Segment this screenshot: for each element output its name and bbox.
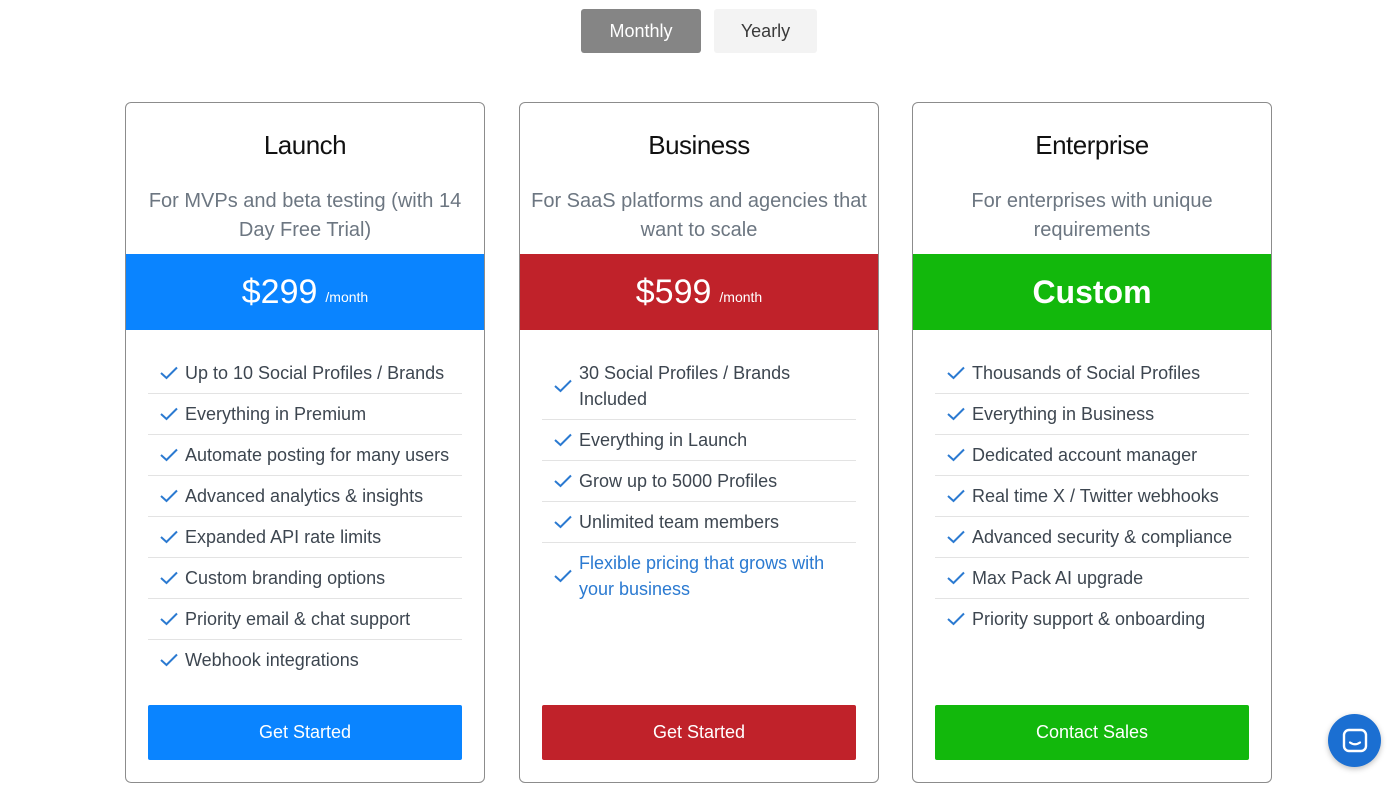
check-icon	[160, 366, 178, 380]
feature-item: Grow up to 5000 Profiles	[542, 461, 856, 502]
feature-text: Max Pack AI upgrade	[972, 568, 1144, 588]
feature-item: Custom branding options	[148, 558, 462, 599]
chat-launcher-button[interactable]	[1328, 714, 1381, 767]
check-icon	[947, 612, 965, 626]
feature-item: Priority support & onboarding	[935, 599, 1249, 639]
feature-item: Everything in Launch	[542, 420, 856, 461]
monthly-toggle-button[interactable]: Monthly	[581, 9, 701, 53]
feature-text: Priority support & onboarding	[972, 609, 1206, 629]
check-icon	[554, 433, 572, 447]
feature-item: Webhook integrations	[148, 640, 462, 680]
check-icon	[554, 379, 572, 393]
feature-item: Dedicated account manager	[935, 435, 1249, 476]
feature-text: Thousands of Social Profiles	[972, 363, 1201, 383]
price-band: $299 /month	[126, 254, 484, 330]
feature-item: Everything in Premium	[148, 394, 462, 435]
plan-card-enterprise: Enterprise For enterprises with unique r…	[912, 102, 1272, 783]
feature-text: Advanced security & compliance	[972, 527, 1233, 547]
feature-text: Everything in Launch	[579, 430, 748, 450]
get-started-button[interactable]: Get Started	[542, 705, 856, 760]
feature-text: Up to 10 Social Profiles / Brands	[185, 363, 445, 383]
flexible-pricing-link[interactable]: Flexible pricing that grows with your bu…	[579, 543, 852, 609]
feature-item: Everything in Business	[935, 394, 1249, 435]
check-icon	[554, 515, 572, 529]
get-started-button[interactable]: Get Started	[148, 705, 462, 760]
feature-text: Real time X / Twitter webhooks	[972, 486, 1219, 506]
check-icon	[947, 530, 965, 544]
feature-item: Unlimited team members	[542, 502, 856, 543]
check-icon	[160, 530, 178, 544]
check-icon	[947, 571, 965, 585]
feature-list: Up to 10 Social Profiles / Brands Everyt…	[148, 353, 462, 680]
feature-item: Thousands of Social Profiles	[935, 353, 1249, 394]
check-icon	[947, 489, 965, 503]
check-icon	[160, 448, 178, 462]
feature-item: Max Pack AI upgrade	[935, 558, 1249, 599]
feature-text: Dedicated account manager	[972, 445, 1198, 465]
feature-item: Expanded API rate limits	[148, 517, 462, 558]
check-icon	[947, 366, 965, 380]
price-band: Custom	[913, 254, 1271, 330]
contact-sales-button[interactable]: Contact Sales	[935, 705, 1249, 760]
price-period: /month	[719, 289, 763, 305]
feature-text: Grow up to 5000 Profiles	[579, 471, 778, 491]
plan-card-business: Business For SaaS platforms and agencies…	[519, 102, 879, 783]
feature-item: Advanced security & compliance	[935, 517, 1249, 558]
plan-description: For enterprises with unique requirements	[971, 190, 1213, 241]
yearly-toggle-button[interactable]: Yearly	[714, 9, 817, 53]
feature-item: Advanced analytics & insights	[148, 476, 462, 517]
plan-name: Launch	[263, 130, 347, 160]
plan-description: For MVPs and beta testing (with 14 Day F…	[148, 190, 462, 241]
feature-text: 30 Social Profiles / Brands Included	[579, 363, 791, 409]
feature-item: Real time X / Twitter webhooks	[935, 476, 1249, 517]
plan-name: Enterprise	[1035, 130, 1149, 160]
feature-text: Advanced analytics & insights	[185, 486, 424, 506]
feature-list: Thousands of Social Profiles Everything …	[935, 353, 1249, 639]
check-icon	[947, 407, 965, 421]
feature-text: Priority email & chat support	[185, 609, 411, 629]
billing-toggle: Monthly Yearly	[581, 9, 817, 53]
check-icon	[160, 612, 178, 626]
feature-text: Custom branding options	[185, 568, 386, 588]
feature-text: Everything in Business	[972, 404, 1155, 424]
feature-text: Webhook integrations	[185, 650, 359, 670]
plan-card-launch: Launch For MVPs and beta testing (with 1…	[125, 102, 485, 783]
feature-list: 30 Social Profiles / Brands Included Eve…	[542, 353, 856, 609]
feature-item: Up to 10 Social Profiles / Brands	[148, 353, 462, 394]
feature-item: Flexible pricing that grows with your bu…	[542, 543, 856, 609]
price-amount: Custom	[1032, 273, 1152, 310]
feature-text: Automate posting for many users	[185, 445, 450, 465]
check-icon	[160, 489, 178, 503]
price-band: $599 /month	[520, 254, 878, 330]
price-period: /month	[325, 289, 369, 305]
feature-text: Unlimited team members	[579, 512, 780, 532]
plan-description: For SaaS platforms and agencies that wan…	[531, 190, 867, 241]
check-icon	[160, 653, 178, 667]
chat-icon	[1342, 728, 1367, 752]
feature-item: Automate posting for many users	[148, 435, 462, 476]
check-icon	[160, 571, 178, 585]
feature-text: Expanded API rate limits	[185, 527, 382, 547]
feature-item: Priority email & chat support	[148, 599, 462, 640]
plan-name: Business	[648, 130, 750, 160]
price-amount: $599	[635, 272, 712, 311]
feature-item: 30 Social Profiles / Brands Included	[542, 353, 856, 420]
check-icon	[554, 569, 572, 583]
check-icon	[947, 448, 965, 462]
feature-text: Everything in Premium	[185, 404, 367, 424]
check-icon	[554, 474, 572, 488]
check-icon	[160, 407, 178, 421]
price-amount: $299	[241, 272, 318, 311]
